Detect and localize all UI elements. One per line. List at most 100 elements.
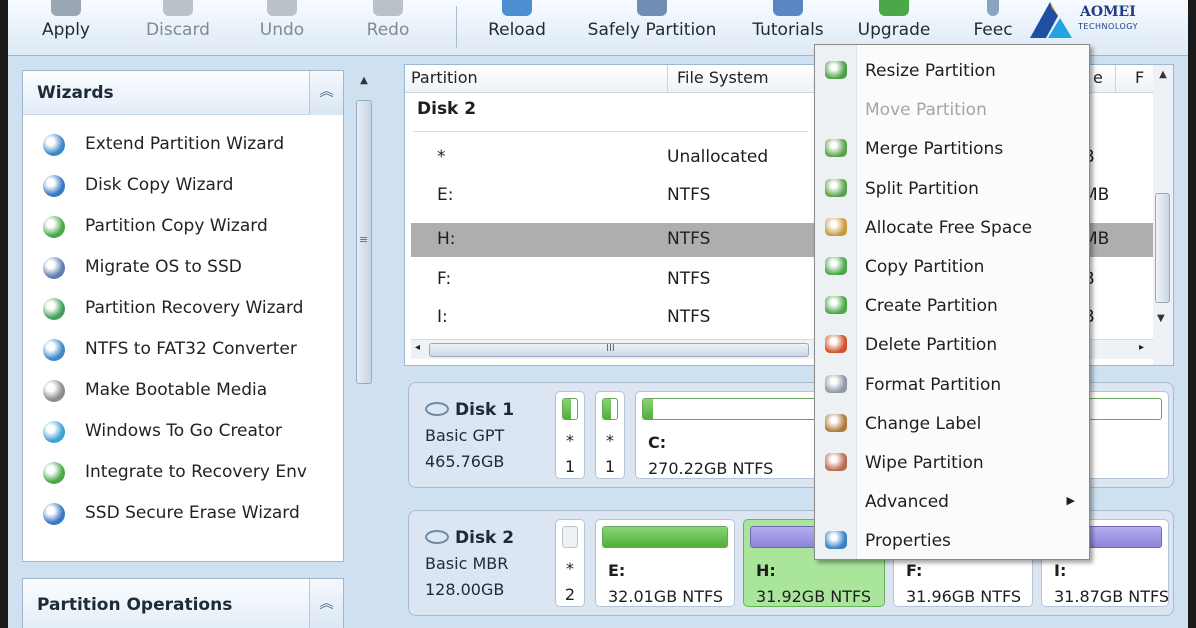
menu-item-advanced[interactable]: Advanced ▶	[815, 482, 1089, 521]
menu-item-change-label[interactable]: Change Label	[815, 404, 1089, 443]
partition-block[interactable]: * 1	[595, 391, 625, 479]
menu-item-label: Resize Partition	[865, 61, 996, 81]
redo-button[interactable]: Redo	[360, 0, 416, 54]
apply-button[interactable]: Apply	[36, 0, 96, 54]
column-divider[interactable]	[667, 65, 668, 93]
menu-item-create-partition[interactable]: Create Partition	[815, 286, 1089, 325]
partition-block-text: E: 32.01GB NTFS	[608, 558, 723, 610]
wizard-item-partition-recovery[interactable]: Partition Recovery Wizard	[23, 293, 343, 334]
wizards-title: Wizards	[37, 83, 114, 103]
wizard-item-partition-copy[interactable]: Partition Copy Wizard	[23, 211, 343, 252]
wizard-item-bootable-media[interactable]: Make Bootable Media	[23, 375, 343, 416]
menu-item-resize-partition[interactable]: Resize Partition	[815, 51, 1089, 90]
horizontal-scroll-thumb[interactable]: III	[429, 343, 809, 357]
double-chevron-up-icon: ︽	[319, 596, 334, 612]
partition-block-text: * 1	[596, 428, 624, 480]
copy-icon	[825, 257, 847, 275]
undo-button[interactable]: Undo	[254, 0, 310, 54]
menu-item-label: Format Partition	[865, 374, 1002, 395]
aomei-logo: AOMEI TECHNOLOGY	[1026, 0, 1178, 40]
menu-item-properties[interactable]: Properties	[815, 521, 1089, 560]
wizard-item-recovery-env[interactable]: Integrate to Recovery Env	[23, 457, 343, 498]
wizard-item-disk-copy[interactable]: Disk Copy Wizard	[23, 170, 343, 211]
reload-icon	[502, 0, 532, 16]
table-disk-group-label: Disk 2	[417, 99, 477, 119]
menu-item-format-partition[interactable]: Format Partition	[815, 365, 1089, 404]
disk-2-size: 128.00GB	[425, 580, 505, 599]
menu-item-split-partition[interactable]: Split Partition	[815, 169, 1089, 208]
group-divider	[413, 131, 808, 132]
safely-partition-button[interactable]: Safely Partition	[584, 0, 720, 54]
resize-icon	[825, 61, 847, 79]
scroll-right-icon[interactable]: ▸	[1139, 342, 1144, 353]
menu-item-copy-partition[interactable]: Copy Partition	[815, 247, 1089, 286]
partition-block[interactable]: E: 32.01GB NTFS	[595, 519, 735, 607]
menu-item-label: Advanced	[865, 492, 949, 513]
partition-operations-collapse-button[interactable]: ︽	[309, 579, 343, 628]
wizard-item-label: Windows To Go Creator	[85, 421, 282, 441]
partition-operations-title: Partition Operations	[37, 595, 233, 615]
column-header-partition[interactable]: Partition	[411, 68, 478, 87]
cell-file-system: Unallocated	[667, 147, 769, 167]
cell-partition: F:	[437, 269, 452, 289]
wizards-collapse-button[interactable]: ︽	[309, 71, 343, 115]
partition-copy-icon	[43, 216, 65, 238]
usage-fill	[603, 399, 612, 419]
menu-item-delete-partition[interactable]: Delete Partition	[815, 325, 1089, 364]
menu-item-allocate-free-space[interactable]: Allocate Free Space	[815, 208, 1089, 247]
wizard-item-disk-extend[interactable]: Extend Partition Wizard	[23, 129, 343, 170]
partition-block[interactable]: * 2	[555, 519, 585, 607]
wizard-item-converter[interactable]: NTFS to FAT32 Converter	[23, 334, 343, 375]
column-header-capacity[interactable]: e	[1093, 68, 1103, 87]
recovery-env-icon	[43, 462, 65, 484]
create-icon	[825, 296, 847, 315]
cell-partition: I:	[437, 307, 448, 327]
partition-number: 1	[564, 457, 576, 476]
partition-size: 31.87GB NTFS	[1054, 587, 1170, 606]
partition-number: 1	[604, 457, 616, 476]
menu-item-label: Create Partition	[865, 296, 998, 317]
scroll-thumb[interactable]: ≡	[356, 100, 372, 384]
partition-block[interactable]: * 1	[555, 391, 585, 479]
menu-item-merge-partitions[interactable]: Merge Partitions	[815, 129, 1089, 168]
column-header-file-system[interactable]: File System	[677, 68, 769, 87]
partition-operations-header[interactable]: Partition Operations ︽	[23, 579, 343, 628]
scroll-up-icon[interactable]: ▲	[350, 68, 378, 94]
wizard-item-windows-to-go[interactable]: Windows To Go Creator	[23, 416, 343, 457]
partition-letter: C:	[648, 433, 667, 452]
disk-icon	[425, 402, 449, 416]
vertical-scroll-thumb[interactable]	[1155, 193, 1170, 303]
column-divider[interactable]	[1115, 65, 1116, 93]
apply-icon	[51, 0, 81, 16]
wizard-item-label: NTFS to FAT32 Converter	[85, 339, 297, 359]
bootable-media-icon	[43, 380, 65, 402]
scroll-left-icon[interactable]: ◂	[415, 342, 420, 353]
merge-icon	[825, 139, 847, 158]
windows-to-go-icon	[43, 421, 65, 443]
reload-button[interactable]: Reload	[482, 0, 552, 54]
partition-letter: F:	[906, 561, 923, 580]
vertical-scrollbar[interactable]: ▲ ▼	[1153, 65, 1173, 365]
menu-item-label: Change Label	[865, 413, 982, 434]
migrate-os-icon	[43, 257, 65, 279]
aomei-brand-text: AOMEI	[1080, 4, 1136, 20]
menu-item-move-partition[interactable]: Move Partition	[815, 90, 1089, 129]
wizard-item-migrate-os[interactable]: Migrate OS to SSD	[23, 252, 343, 293]
left-panel-scrollbar[interactable]: ▲ ≡	[350, 68, 378, 628]
column-header-flags[interactable]: F	[1135, 68, 1144, 87]
usage-bar	[602, 526, 728, 548]
disk-1-size: 465.76GB	[425, 452, 505, 471]
wizards-header[interactable]: Wizards ︽	[23, 71, 343, 115]
tutorials-icon	[773, 0, 803, 16]
partition-star: *	[606, 431, 614, 450]
discard-button[interactable]: Discard	[140, 0, 216, 54]
scroll-up-icon[interactable]: ▲	[1153, 65, 1173, 85]
converter-icon	[43, 339, 65, 361]
submenu-arrow-icon: ▶	[1066, 494, 1075, 508]
cell-file-system: NTFS	[667, 185, 711, 205]
wizard-item-secure-erase[interactable]: SSD Secure Erase Wizard	[23, 498, 343, 539]
scroll-down-icon[interactable]: ▼	[1157, 309, 1165, 329]
menu-item-wipe-partition[interactable]: Wipe Partition	[815, 443, 1089, 482]
safely-partition-icon	[637, 0, 667, 16]
disk-1-type: Basic GPT	[425, 426, 505, 445]
